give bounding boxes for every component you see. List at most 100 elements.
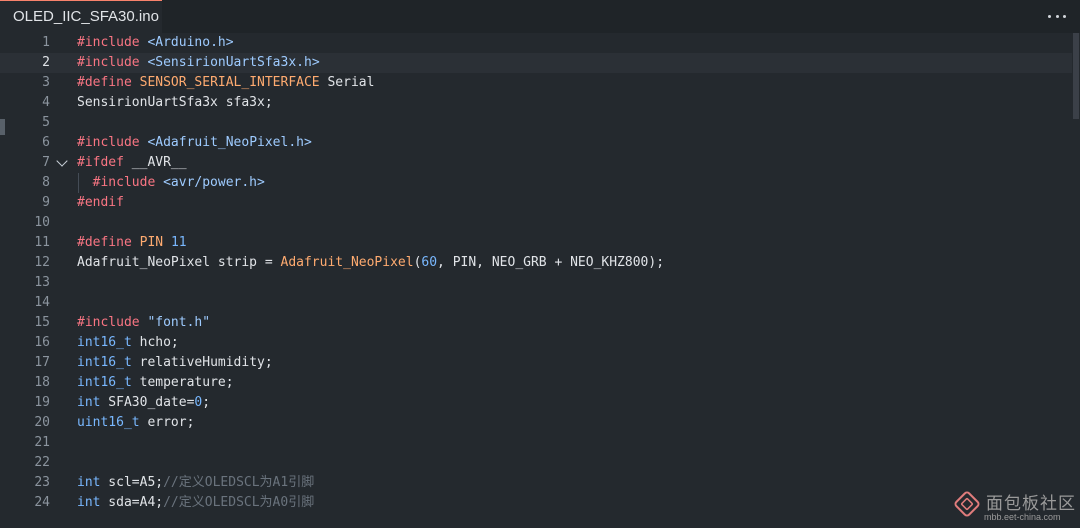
line-number: 1 bbox=[42, 35, 50, 50]
code-line[interactable]: 17 int16_t relativeHumidity; bbox=[0, 353, 1072, 373]
line-code: SensirionUartSfa3x sfa3x; bbox=[77, 93, 273, 113]
code-token: temperature; bbox=[131, 375, 234, 390]
line-number: 10 bbox=[34, 215, 50, 230]
line-code: #include <avr/power.h> bbox=[77, 173, 265, 193]
line-code: #endif bbox=[77, 193, 124, 213]
code-line[interactable]: 15 #include "font.h" bbox=[0, 313, 1072, 333]
line-code: Adafruit_NeoPixel strip = Adafruit_NeoPi… bbox=[77, 253, 664, 273]
code-line[interactable]: 21 bbox=[0, 433, 1072, 453]
code-token: , PIN, NEO_GRB + NEO_KHZ800); bbox=[437, 255, 665, 270]
code-line[interactable]: 12 Adafruit_NeoPixel strip = Adafruit_Neo… bbox=[0, 253, 1072, 273]
code-token: scl=A5; bbox=[100, 475, 164, 490]
code-line[interactable]: 6 #include <Adafruit_NeoPixel.h> bbox=[0, 133, 1072, 153]
code-token: hcho; bbox=[131, 335, 179, 350]
code-line[interactable]: 14 bbox=[0, 293, 1072, 313]
code-token: 60 bbox=[421, 255, 438, 270]
line-code: #include <Arduino.h> bbox=[77, 33, 234, 53]
code-line[interactable]: 24 int sda=A4;//定义OLEDSCL为A0引脚 bbox=[0, 493, 1072, 513]
code-line[interactable]: 2 #include <SensirionUartSfa3x.h> bbox=[0, 53, 1072, 73]
code-token: int bbox=[77, 495, 101, 510]
code-token: Serial bbox=[319, 75, 375, 90]
code-token: SENSOR_SERIAL_INTERFACE bbox=[139, 75, 320, 90]
line-number: 3 bbox=[42, 75, 50, 90]
code-token: PIN bbox=[139, 235, 164, 250]
line-number: 15 bbox=[34, 315, 50, 330]
code-token: #ifdef bbox=[77, 155, 132, 170]
line-number: 2 bbox=[42, 55, 50, 70]
line-code: #ifdef __AVR__ bbox=[77, 153, 187, 173]
code-token: "font.h" bbox=[147, 315, 211, 330]
line-number: 20 bbox=[34, 415, 50, 430]
line-number: 23 bbox=[34, 475, 50, 490]
code-token: Adafruit_NeoPixel bbox=[280, 255, 414, 270]
line-code: int16_t relativeHumidity; bbox=[77, 353, 273, 373]
code-token: 11 bbox=[170, 235, 187, 250]
line-code: #define PIN 11 bbox=[77, 233, 187, 253]
code-token: int16_t bbox=[77, 355, 132, 370]
watermark-logo-icon bbox=[954, 491, 980, 517]
code-line[interactable]: 9 #endif bbox=[0, 193, 1072, 213]
code-line[interactable]: 11 #define PIN 11 bbox=[0, 233, 1072, 253]
line-number: 24 bbox=[34, 495, 50, 510]
code-line[interactable]: 5 bbox=[0, 113, 1072, 133]
code-line[interactable]: 16 int16_t hcho; bbox=[0, 333, 1072, 353]
line-code: int SFA30_date=0; bbox=[77, 393, 210, 413]
line-number: 12 bbox=[34, 255, 50, 270]
code-token: int bbox=[77, 475, 101, 490]
code-line[interactable]: 7 #ifdef __AVR__ bbox=[0, 153, 1072, 173]
code-line[interactable]: 20 uint16_t error; bbox=[0, 413, 1072, 433]
watermark-name: 面包板社区 bbox=[986, 494, 1076, 514]
code-token: <Arduino.h> bbox=[147, 35, 234, 50]
line-number: 19 bbox=[34, 395, 50, 410]
code-token: uint16_t bbox=[77, 415, 140, 430]
code-token: int16_t bbox=[77, 335, 132, 350]
code-line[interactable]: 1 #include <Arduino.h> bbox=[0, 33, 1072, 53]
tab-bar: OLED_IIC_SFA30.ino bbox=[0, 0, 1080, 34]
line-code: int scl=A5;//定义OLEDSCL为A1引脚 bbox=[77, 473, 314, 493]
line-code: int16_t hcho; bbox=[77, 333, 179, 353]
vertical-scrollbar[interactable] bbox=[1072, 33, 1080, 528]
code-line[interactable]: 19 int SFA30_date=0; bbox=[0, 393, 1072, 413]
code-token: //定义OLEDSCL为A1引脚 bbox=[163, 475, 315, 490]
more-actions-icon[interactable] bbox=[1048, 6, 1066, 26]
code-token: relativeHumidity; bbox=[131, 355, 273, 370]
line-number: 14 bbox=[34, 295, 50, 310]
code-token: #define bbox=[77, 75, 140, 90]
code-token: <SensirionUartSfa3x.h> bbox=[147, 55, 320, 70]
code-token: <Adafruit_NeoPixel.h> bbox=[147, 135, 312, 150]
tab-oled-iic-sfa30[interactable]: OLED_IIC_SFA30.ino bbox=[0, 0, 162, 33]
line-code: #include <Adafruit_NeoPixel.h> bbox=[77, 133, 312, 153]
line-number: 17 bbox=[34, 355, 50, 370]
scrollbar-thumb[interactable] bbox=[1073, 33, 1079, 119]
watermark: 面包板社区 mbb.eet-china.com bbox=[950, 488, 1076, 526]
code-token: int bbox=[77, 395, 101, 410]
line-number: 8 bbox=[42, 175, 50, 190]
line-number: 6 bbox=[42, 135, 50, 150]
code-line[interactable]: 8 #include <avr/power.h> bbox=[0, 173, 1072, 193]
fold-chevron-icon[interactable] bbox=[56, 155, 68, 167]
line-code: int sda=A4;//定义OLEDSCL为A0引脚 bbox=[77, 493, 314, 513]
code-line[interactable]: 3 #define SENSOR_SERIAL_INTERFACE Serial bbox=[0, 73, 1072, 93]
line-code: #include <SensirionUartSfa3x.h> bbox=[77, 53, 320, 73]
code-token: //定义OLEDSCL为A0引脚 bbox=[163, 495, 315, 510]
code-token: __AVR__ bbox=[131, 155, 187, 170]
line-number: 11 bbox=[34, 235, 50, 250]
code-token: #include bbox=[77, 175, 164, 190]
code-token: #include bbox=[77, 315, 148, 330]
line-code: uint16_t error; bbox=[77, 413, 194, 433]
line-number: 5 bbox=[42, 115, 50, 130]
code-token: #include bbox=[77, 35, 148, 50]
code-token: <avr/power.h> bbox=[163, 175, 265, 190]
line-code: #define SENSOR_SERIAL_INTERFACE Serial bbox=[77, 73, 374, 93]
code-line[interactable]: 10 bbox=[0, 213, 1072, 233]
code-line[interactable]: 13 bbox=[0, 273, 1072, 293]
line-number: 22 bbox=[34, 455, 50, 470]
code-editor[interactable]: 1 #include <Arduino.h> 2 #include <Sensirio… bbox=[0, 33, 1080, 528]
code-line[interactable]: 4 SensirionUartSfa3x sfa3x; bbox=[0, 93, 1072, 113]
code-line[interactable]: 23 int scl=A5;//定义OLEDSCL为A1引脚 bbox=[0, 473, 1072, 493]
code-line[interactable]: 18 int16_t temperature; bbox=[0, 373, 1072, 393]
code-line[interactable]: 22 bbox=[0, 453, 1072, 473]
code-token: #endif bbox=[77, 195, 124, 210]
line-number: 4 bbox=[42, 95, 50, 110]
